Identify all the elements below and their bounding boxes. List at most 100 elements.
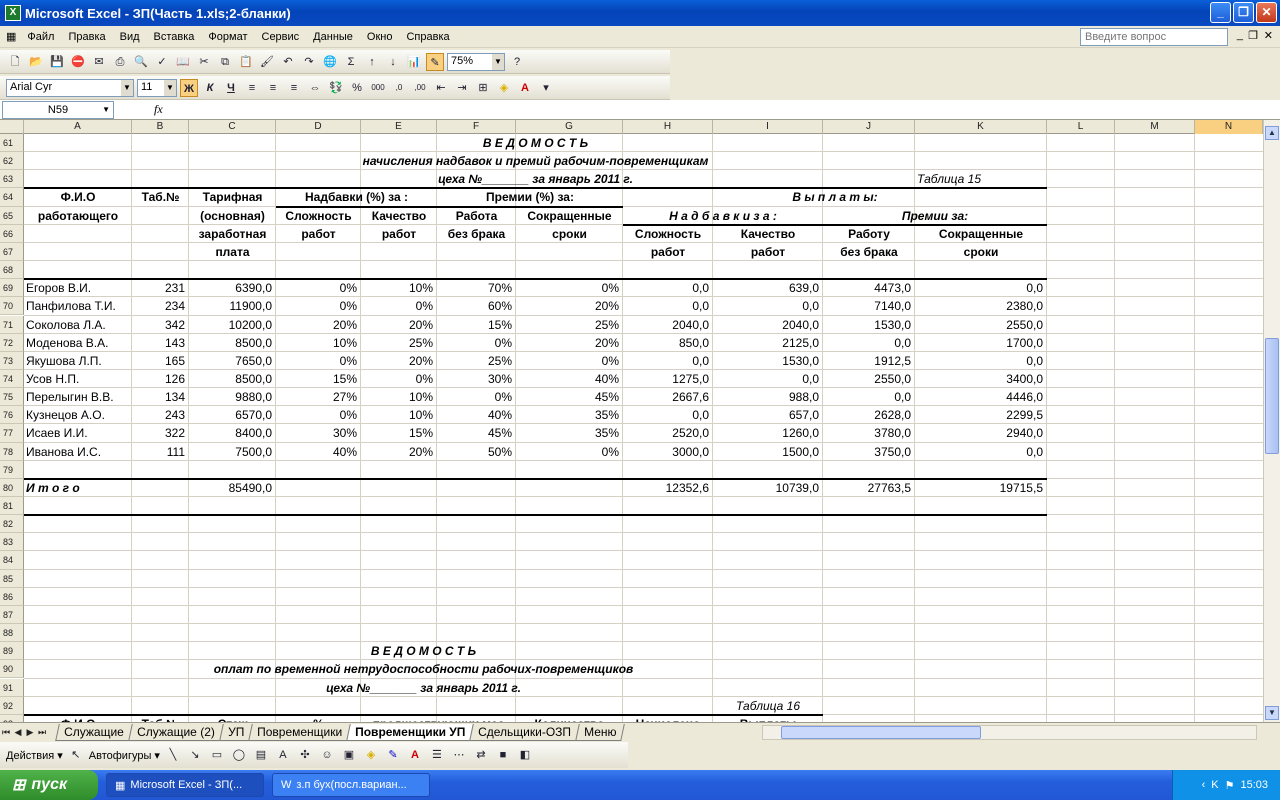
column-header[interactable]: M [1115,120,1195,134]
font-size-select[interactable]: 11 ▼ [137,78,177,97]
name-box[interactable]: N59 ▼ [2,100,114,119]
tab-sluzhashchie-2[interactable]: Служащие (2) [127,724,224,741]
row-header[interactable]: 75 [0,388,24,407]
font-color-icon[interactable]: A [516,79,534,97]
data-cell[interactable]: 9880,0 [191,389,274,405]
header-cell[interactable]: Работу [825,226,913,242]
data-cell[interactable]: 1530,0 [715,353,821,369]
scroll-up-icon[interactable]: ▲ [1265,126,1279,140]
row-header[interactable]: 67 [0,242,24,262]
data-cell[interactable]: 2940,0 [917,425,1045,441]
bold-icon[interactable]: Ж [180,78,198,97]
data-cell[interactable]: 10% [363,389,435,405]
data-cell[interactable]: 8500,0 [191,371,274,387]
total-cell[interactable]: 27763,5 [825,480,913,496]
data-cell[interactable]: 7650,0 [191,353,274,369]
data-cell[interactable]: 15% [439,317,514,333]
data-cell[interactable]: 0% [278,407,359,423]
horizontal-scroll-thumb[interactable] [781,726,981,739]
data-cell[interactable]: 40% [518,371,621,387]
row-header[interactable]: 68 [0,261,24,280]
sort-asc-icon[interactable]: ↑ [363,53,381,71]
column-header[interactable]: J [823,120,915,134]
data-cell[interactable]: 0% [518,444,621,460]
header-cell[interactable]: Таб.№ [134,189,187,205]
data-cell[interactable]: 8400,0 [191,425,274,441]
last-sheet-icon[interactable]: ⏭ [36,727,48,738]
font-color-icon[interactable]: A [406,746,424,764]
data-cell[interactable]: 20% [518,298,621,314]
menu-help[interactable]: Справка [399,31,456,43]
data-cell[interactable]: 20% [278,317,359,333]
data-cell[interactable]: 0% [439,335,514,351]
header-cell[interactable]: Премии за: [825,208,1045,224]
data-cell[interactable]: 40% [278,444,359,460]
data-cell[interactable]: 850,0 [625,335,711,351]
data-cell[interactable]: 3780,0 [825,425,913,441]
select-all-corner[interactable] [0,120,24,134]
tab-sluzhashchie[interactable]: Служащие [55,724,133,741]
decrease-indent-icon[interactable]: ⇤ [432,79,450,97]
column-header[interactable]: H [623,120,713,134]
data-cell[interactable]: 234 [134,298,187,314]
row-header[interactable]: 77 [0,424,24,443]
tab-up[interactable]: УП [218,724,253,741]
row-header[interactable]: 66 [0,224,24,243]
oval-icon[interactable]: ◯ [230,746,248,764]
actions-menu[interactable]: Действия ▾ [6,749,63,762]
merge-center-icon[interactable]: ⇔ [306,79,324,97]
data-cell[interactable]: 0% [439,389,514,405]
column-header[interactable]: K [915,120,1047,134]
report-title[interactable]: В Е Д О М О С Т Ь [26,135,1045,151]
data-cell[interactable]: 7500,0 [191,444,274,460]
shop-line[interactable]: цеха №_______ за январь 2011 г. [26,171,1045,187]
row-header[interactable]: 90 [0,660,24,679]
data-cell[interactable]: 45% [439,425,514,441]
data-cell[interactable]: 988,0 [715,389,821,405]
column-header[interactable]: E [361,120,437,134]
data-cell[interactable]: 0% [518,280,621,296]
data-cell[interactable]: 143 [134,335,187,351]
data-cell[interactable]: 10% [363,280,435,296]
row-header[interactable]: 93 [0,714,24,722]
header-cell[interactable]: сроки [917,244,1045,260]
print-icon[interactable]: ⎙ [111,53,129,71]
row-header[interactable]: 91 [0,678,24,697]
zoom-select[interactable]: 75% ▼ [447,52,505,71]
data-cell[interactable]: 657,0 [715,407,821,423]
data-cell[interactable]: 2040,0 [715,317,821,333]
row-header[interactable]: 71 [0,315,24,334]
employee-name[interactable]: Егоров В.И. [26,280,130,296]
report-title[interactable]: В Е Д О М О С Т Ь [26,643,821,659]
row-header[interactable]: 83 [0,533,24,552]
header-cell[interactable]: работ [278,226,359,242]
antivirus-icon[interactable]: K [1211,779,1218,791]
format-painter-icon[interactable]: 🖌 [258,53,276,71]
data-cell[interactable]: 30% [278,425,359,441]
row-header[interactable]: 79 [0,460,24,479]
data-cell[interactable]: 8500,0 [191,335,274,351]
data-cell[interactable]: 15% [278,371,359,387]
redo-icon[interactable]: ↷ [300,53,318,71]
taskbar-word[interactable]: Wз.п бух(посл.вариан... [272,773,430,797]
help-icon[interactable]: ? [508,53,526,71]
data-cell[interactable]: 45% [518,389,621,405]
data-cell[interactable]: 3400,0 [917,371,1045,387]
data-cell[interactable]: 0,0 [825,335,913,351]
data-cell[interactable]: 60% [439,298,514,314]
italic-icon[interactable]: К [201,79,219,97]
data-cell[interactable]: 0,0 [625,298,711,314]
data-cell[interactable]: 0% [278,298,359,314]
data-cell[interactable]: 0,0 [625,280,711,296]
table-number[interactable]: Таблица 16 [715,698,821,714]
header-cell[interactable]: Качество [715,226,821,242]
total-cell[interactable]: 12352,6 [625,480,711,496]
total-cell[interactable]: 19715,5 [917,480,1045,496]
email-icon[interactable]: ✉ [90,53,108,71]
data-cell[interactable]: 126 [134,371,187,387]
align-right-icon[interactable]: ≡ [285,79,303,97]
textbox-icon[interactable]: ▤ [252,746,270,764]
row-header[interactable]: 64 [0,188,24,207]
header-cell[interactable]: работ [363,226,435,242]
data-cell[interactable]: 1700,0 [917,335,1045,351]
